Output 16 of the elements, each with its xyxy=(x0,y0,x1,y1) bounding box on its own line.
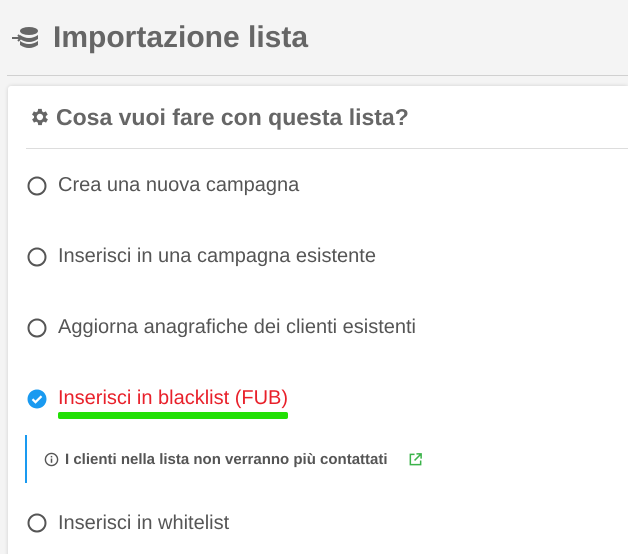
info-icon xyxy=(44,452,59,466)
radio-button[interactable] xyxy=(27,176,47,196)
option-label[interactable]: Crea una nuova campagna xyxy=(58,174,300,196)
page-title: Importazione lista xyxy=(53,20,308,54)
option-label[interactable]: Inserisci in blacklist (FUB) xyxy=(58,387,288,409)
external-link-icon[interactable] xyxy=(408,452,423,466)
option-label[interactable]: Inserisci in whitelist xyxy=(58,512,230,534)
option-label[interactable]: Aggiorna anagrafiche dei clienti esistenti xyxy=(58,316,416,338)
note-text: I clienti nella lista non verranno più contattati xyxy=(65,450,388,468)
card-title: Cosa vuoi fare con questa lista? xyxy=(56,104,409,130)
database-import-icon xyxy=(11,26,39,50)
radio-button[interactable] xyxy=(27,513,47,533)
radio-checked-icon[interactable] xyxy=(27,388,47,408)
option-label[interactable]: Inserisci in una campagna esistente xyxy=(58,245,376,267)
radio-button[interactable] xyxy=(27,246,47,266)
radio-button[interactable] xyxy=(27,318,47,338)
